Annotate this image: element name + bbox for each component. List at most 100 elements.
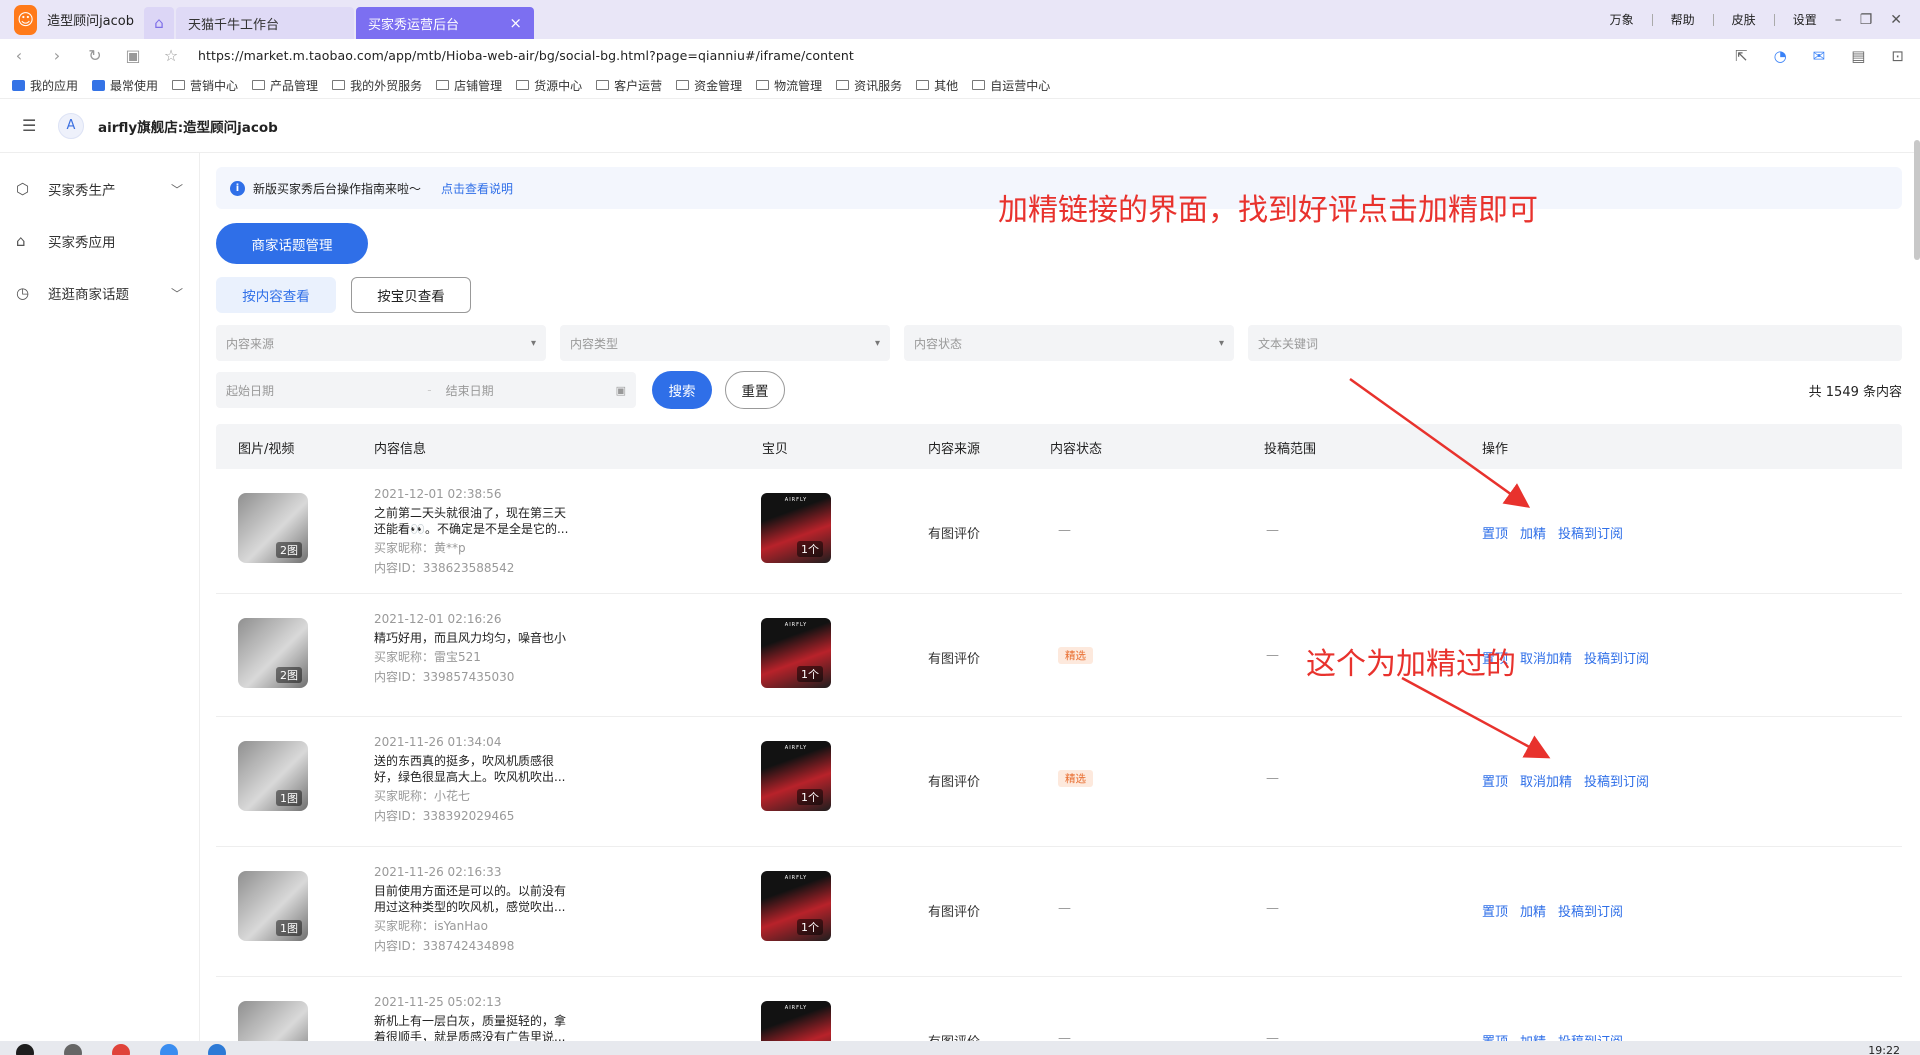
manage-topics-button[interactable]: 商家话题管理: [216, 223, 368, 264]
review-text[interactable]: 之前第二天头就很油了，现在第三天还能看👀。不确定是不是全是它的...: [374, 505, 574, 537]
review-media-thumbnail[interactable]: 1图: [238, 871, 308, 941]
external-link-icon[interactable]: ⇱: [1735, 47, 1748, 65]
folder-icon: [436, 80, 450, 90]
submit-to-subscription-link[interactable]: 投稿到订阅: [1584, 775, 1649, 790]
sidebar-item-buyer-show-apps[interactable]: ⌂ 买家秀应用: [0, 215, 199, 267]
reset-button[interactable]: 重置: [725, 371, 785, 409]
profile-brand[interactable]: ☺ 造型顾问jacob: [0, 0, 144, 39]
refresh-icon[interactable]: ↻: [76, 46, 114, 65]
content-info: 2021-11-25 05:02:13 新机上有一层白灰，质量挺轻的，拿着很顺手，…: [374, 995, 574, 1045]
bookmark-other[interactable]: 其他: [916, 77, 958, 94]
review-text[interactable]: 精巧好用，而且风力均匀，噪音也小: [374, 630, 574, 646]
menu-wanxiang[interactable]: 万象: [1610, 11, 1634, 28]
avatar[interactable]: A: [58, 112, 84, 139]
bag-icon[interactable]: ⊡: [1891, 47, 1904, 65]
table-header: 图片/视频 内容信息 宝贝 内容来源 内容状态 投稿范围 操作: [216, 424, 1902, 469]
product-thumbnail[interactable]: AIRFLY 1个: [761, 493, 831, 563]
clock-icon[interactable]: ◔: [1774, 47, 1787, 65]
apps-icon: ⌂: [16, 232, 26, 250]
submit-to-subscription-link[interactable]: 投稿到订阅: [1558, 905, 1623, 920]
review-text[interactable]: 送的东西真的挺多，吹风机质感很好，绿色很显高大上。吹风机吹出...: [374, 753, 574, 785]
end-date-placeholder: 结束日期: [445, 383, 494, 398]
review-date: 2021-12-01 02:38:56: [374, 487, 502, 501]
product-thumbnail[interactable]: AIRFLY 1个: [761, 871, 831, 941]
content-status: —: [1058, 901, 1071, 916]
sidebar-item-buyer-show-production[interactable]: ⬡ 买家秀生产 ﹀: [0, 163, 199, 215]
search-icon[interactable]: [64, 1044, 82, 1055]
unfeature-link[interactable]: 取消加精: [1520, 652, 1572, 667]
forward-icon[interactable]: ›: [38, 46, 76, 65]
restore-icon[interactable]: ❐: [1860, 12, 1873, 28]
review-media-thumbnail[interactable]: 2图: [238, 618, 308, 688]
screenshot-icon[interactable]: ▣: [114, 46, 152, 65]
review-media-thumbnail[interactable]: 2图: [238, 493, 308, 563]
notice-link[interactable]: 点击查看说明: [441, 180, 513, 197]
keyword-input[interactable]: 文本关键词: [1248, 325, 1902, 361]
bookmark-customers[interactable]: 客户运营: [596, 77, 662, 94]
menu-skin[interactable]: 皮肤: [1732, 11, 1756, 28]
windows-start-icon[interactable]: [16, 1044, 34, 1055]
table-row: 1图 2021-11-26 02:16:33 目前使用方面还是可以的。以前没有用过这…: [216, 847, 1902, 977]
app-icon[interactable]: [112, 1044, 130, 1055]
bookmark-frequent[interactable]: 最常使用: [92, 77, 158, 94]
close-window-icon[interactable]: ✕: [1890, 12, 1902, 28]
review-media-thumbnail[interactable]: 1图: [238, 741, 308, 811]
bookmark-self-ops[interactable]: 自运营中心: [972, 77, 1050, 94]
menu-help[interactable]: 帮助: [1671, 11, 1695, 28]
search-button[interactable]: 搜索: [652, 371, 712, 409]
mail-icon[interactable]: ✉: [1813, 47, 1826, 65]
app-icon[interactable]: [160, 1044, 178, 1055]
product-thumbnail[interactable]: AIRFLY 1个: [761, 741, 831, 811]
submit-to-subscription-link[interactable]: 投稿到订阅: [1558, 527, 1623, 542]
tab-label: 买家秀运营后台: [368, 17, 460, 33]
bookmark-trade-services[interactable]: 我的外贸服务: [332, 77, 422, 94]
view-by-item-button[interactable]: 按宝贝查看: [351, 277, 471, 313]
status-select[interactable]: 内容状态 ▾: [904, 325, 1234, 361]
content-id: 内容ID：338742434898: [374, 939, 515, 953]
back-icon[interactable]: ‹: [0, 46, 38, 65]
content-id: 内容ID：339857435030: [374, 670, 515, 684]
product-brand-text: AIRFLY: [784, 622, 808, 628]
type-select[interactable]: 内容类型 ▾: [560, 325, 890, 361]
bookmark-sourcing[interactable]: 货源中心: [516, 77, 582, 94]
bookmark-label: 客户运营: [614, 78, 663, 93]
pin-top-link[interactable]: 置顶: [1482, 905, 1508, 920]
pin-top-link[interactable]: 置顶: [1482, 527, 1508, 542]
bookmark-my-apps[interactable]: 我的应用: [12, 77, 78, 94]
id-card-icon[interactable]: ▤: [1851, 47, 1865, 65]
menu-settings[interactable]: 设置: [1793, 11, 1817, 28]
pin-top-link[interactable]: 置顶: [1482, 775, 1508, 790]
app-icon[interactable]: [208, 1044, 226, 1055]
bookmark-products[interactable]: 产品管理: [252, 77, 318, 94]
menu-collapse-icon[interactable]: ☰: [22, 116, 52, 135]
sidebar-item-merchant-topics[interactable]: ◷ 逛逛商家话题 ﹀: [0, 267, 199, 319]
unfeature-link[interactable]: 取消加精: [1520, 775, 1572, 790]
tab-buyer-show-admin[interactable]: 买家秀运营后台 ×: [356, 7, 534, 39]
star-icon[interactable]: ☆: [152, 46, 190, 65]
chevron-down-icon: ▾: [530, 337, 536, 349]
url-field[interactable]: https://market.m.taobao.com/app/mtb/Hiob…: [198, 48, 854, 63]
feature-link[interactable]: 加精: [1520, 905, 1546, 920]
submit-to-subscription-link[interactable]: 投稿到订阅: [1584, 652, 1649, 667]
view-by-content-button[interactable]: 按内容查看: [216, 277, 336, 313]
bookmark-marketing[interactable]: 营销中心: [172, 77, 238, 94]
column-header: 投稿范围: [1264, 442, 1317, 457]
home-tab[interactable]: ⌂: [144, 7, 174, 39]
bookmark-store[interactable]: 店铺管理: [436, 77, 502, 94]
bookmark-news[interactable]: 资讯服务: [836, 77, 902, 94]
source-select[interactable]: 内容来源 ▾: [216, 325, 546, 361]
minimize-icon[interactable]: –: [1835, 12, 1842, 28]
close-icon[interactable]: ×: [509, 14, 522, 32]
tab-label: 天猫千牛工作台: [188, 17, 280, 33]
chevron-down-icon: ﹀: [170, 286, 183, 301]
date-range-picker[interactable]: 起始日期 - 结束日期 ▣: [216, 372, 636, 408]
browser-window: ☺ 造型顾问jacob ⌂ 天猫千牛工作台 买家秀运营后台 × 万象 帮助 皮肤…: [0, 0, 1920, 1055]
bookmark-logistics[interactable]: 物流管理: [756, 77, 822, 94]
folder-icon: [596, 80, 610, 90]
tab-qianniu-workbench[interactable]: 天猫千牛工作台: [176, 7, 354, 39]
feature-link[interactable]: 加精: [1520, 527, 1546, 542]
bookmark-funds[interactable]: 资金管理: [676, 77, 742, 94]
page-scrollbar[interactable]: [1914, 140, 1920, 260]
product-thumbnail[interactable]: AIRFLY 1个: [761, 618, 831, 688]
review-text[interactable]: 目前使用方面还是可以的。以前没有用过这种类型的吹风机，感觉吹出...: [374, 883, 574, 915]
